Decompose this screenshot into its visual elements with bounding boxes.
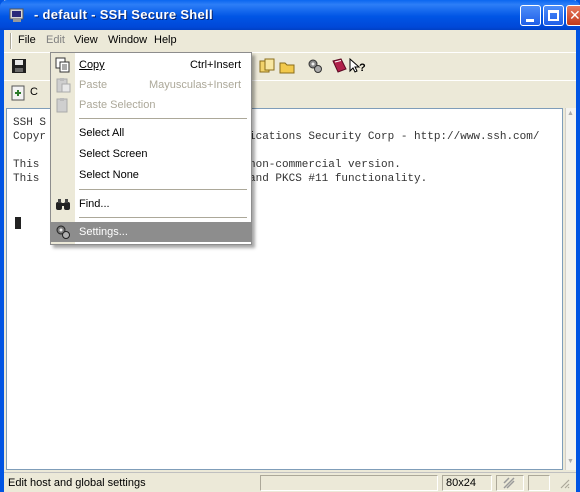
menu-item-copy-shortcut: Ctrl+Insert [189,59,241,71]
file-transfer-icon[interactable] [258,57,276,75]
terminal-size: 80x24 [446,477,476,489]
menubar-grip [10,33,12,49]
terminal-line-4-left: This [13,159,40,171]
status-bar: Edit host and global settings 80x24 [4,472,576,492]
terminal-line-5-left: This [13,173,40,185]
menu-item-paste-selection-label: Paste Selection [79,99,156,111]
connection-status-icon [503,477,515,489]
menu-item-find[interactable]: Find... [51,194,251,214]
menu-edit[interactable]: Edit [46,34,65,46]
menu-item-paste-label: Paste [79,79,108,91]
maximize-icon [548,10,559,21]
menu-separator [79,217,247,218]
menu-item-select-none-label: Select None [79,169,139,181]
resize-grip-icon[interactable] [558,477,570,489]
menu-item-paste-selection[interactable]: Paste Selection [51,95,251,115]
save-icon[interactable] [10,57,28,75]
copy-icon [55,57,70,73]
close-button[interactable]: ✕ [566,5,580,26]
menu-file[interactable]: File [18,34,36,46]
menu-item-select-screen-label: Select Screen [79,148,148,160]
menu-item-paste-shortcut: Mayusculas+Insert [148,79,241,91]
menu-item-copy-label: Copy [79,59,105,71]
minimize-icon [526,19,534,22]
status-pane-empty [260,475,438,491]
menu-item-paste[interactable]: Paste Mayusculas+Insert [51,75,251,95]
app-window: - default - SSH Secure Shell ✕ File Edit… [0,0,580,492]
settings-gears-icon [56,225,70,239]
help-book-icon[interactable] [330,57,348,75]
menu-separator [79,189,247,190]
paste-icon [56,78,71,93]
terminal-line-5-right: and PKCS #11 functionality. [249,173,428,185]
terminal-line-2-left: Copyr [13,131,47,143]
terminal-line-1-left: SSH S [13,117,47,129]
menu-help[interactable]: Help [154,34,177,46]
scroll-up-icon[interactable]: ▲ [567,110,574,117]
menu-item-select-screen[interactable]: Select Screen [51,144,251,164]
menu-window[interactable]: Window [108,34,147,46]
status-pane-extra [528,475,550,491]
paste-selection-icon [56,98,68,113]
binoculars-icon [56,199,70,210]
menu-item-settings[interactable]: Settings... [51,222,251,242]
terminal-line-4-right: non-commercial version. [249,159,401,171]
quick-connect-label[interactable]: C [30,86,38,98]
whats-this-help-icon[interactable]: ? [348,57,366,75]
open-folder-icon[interactable] [278,57,296,75]
settings-gears-icon[interactable] [306,57,324,75]
menu-item-select-all-label: Select All [79,127,125,139]
quick-connect-icon[interactable] [10,84,28,102]
terminal-cursor [15,217,21,229]
menu-item-find-label: Find... [79,198,110,210]
menu-item-copy[interactable]: Copy Ctrl+Insert [51,55,251,75]
menu-item-select-all[interactable]: Select All [51,123,251,143]
edit-menu-dropdown: Copy Ctrl+Insert Paste Mayusculas+Insert… [50,52,252,245]
menu-item-select-none[interactable]: Select None [51,165,251,185]
window-title: - default - SSH Secure Shell [34,7,213,22]
menu-separator [79,118,247,119]
status-message: Edit host and global settings [8,477,146,489]
scroll-down-icon[interactable]: ▼ [567,458,574,465]
menu-view[interactable]: View [74,34,98,46]
vertical-scrollbar[interactable]: ▲ ▼ [565,108,576,470]
ssh-app-icon[interactable] [8,6,26,24]
menu-bar: File Edit View Window Help [4,30,576,52]
title-bar[interactable]: - default - SSH Secure Shell ✕ [0,0,580,30]
menu-item-settings-label: Settings... [79,226,128,238]
minimize-button[interactable] [520,5,541,26]
terminal-line-2-right: ications Security Corp - http://www.ssh.… [249,131,540,143]
maximize-button[interactable] [543,5,564,26]
svg-text:?: ? [359,62,366,74]
close-icon: ✕ [569,7,580,23]
